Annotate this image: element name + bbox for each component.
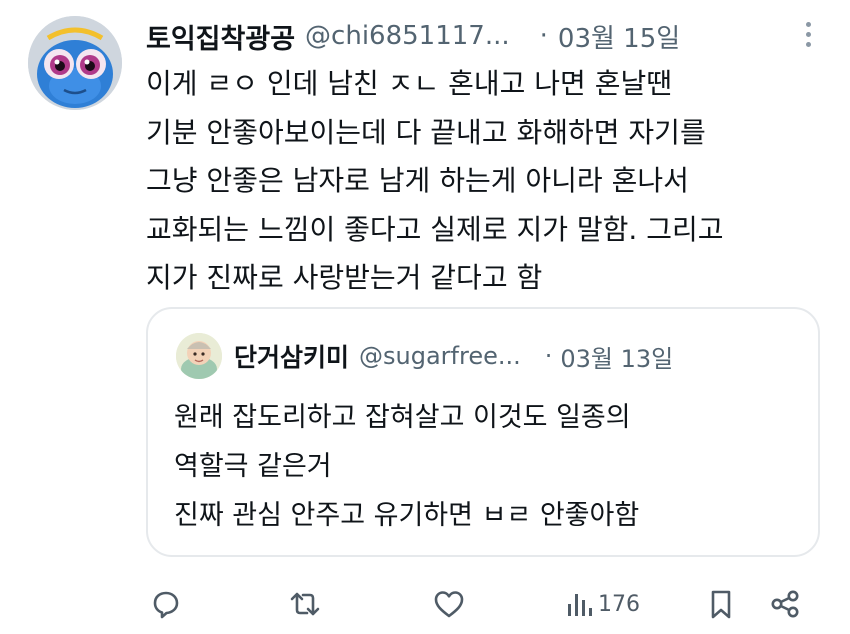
author-avatar[interactable] — [28, 16, 122, 110]
views-button[interactable]: 176 — [566, 584, 640, 624]
author-display-name[interactable]: 토익집착광공 — [146, 17, 295, 56]
tweet-body-line: 이게 ㄹㅇ 인데 남친 ㅈㄴ 혼내고 나면 혼날땐 — [146, 67, 672, 100]
bookmark-icon — [711, 590, 731, 619]
tweet-action-bar: 176 — [150, 584, 820, 624]
quoted-body-line: 진짜 관심 안주고 유기하면 ㅂㄹ 안좋아함 — [174, 500, 640, 531]
quoted-body-line: 원래 잡도리하고 잡혀살고 이것도 일종의 — [174, 402, 631, 433]
quoted-tweet-card[interactable]: 단거삼키미 @sugarfree... · 03월 13일 원래 잡도리하고 잡… — [146, 307, 820, 557]
more-options-icon[interactable] — [804, 22, 812, 52]
quoted-author-display-name: 단거삼키미 — [234, 343, 350, 372]
tweet-body-line: 기분 안좋아보이는데 다 끝내고 화해하면 자기를 — [146, 115, 706, 149]
like-button[interactable] — [432, 584, 466, 624]
quoted-tweet-timestamp: 03월 13일 — [560, 344, 674, 373]
quoted-author-avatar[interactable] — [176, 333, 222, 379]
quoted-tweet-body: 원래 잡도리하고 잡혀살고 이것도 일종의 역할극 같은거 진짜 관심 안주고 … — [174, 393, 798, 540]
views-count: 176 — [598, 591, 640, 617]
tweet-body-line: 지가 진짜로 사랑받는거 같다고 함 — [146, 261, 543, 294]
share-button[interactable] — [768, 584, 802, 624]
bookmark-button[interactable] — [706, 584, 736, 624]
reply-icon — [153, 591, 179, 619]
tweet-header: 토익집착광공 @chi6851117... · 03월 15일 — [146, 14, 830, 58]
blue-fish-avatar-icon — [28, 16, 122, 110]
cartoon-character-avatar-icon — [176, 333, 222, 379]
heart-icon — [434, 591, 464, 618]
retweet-button[interactable] — [288, 584, 322, 624]
views-chart-icon — [568, 594, 592, 616]
share-icon — [771, 590, 799, 618]
tweet-body-line: 교화되는 느낌이 좋다고 실제로 지가 말함. 그리고 — [146, 212, 724, 246]
separator-dot: · — [544, 342, 553, 370]
separator-dot: · — [539, 21, 548, 51]
quoted-body-line: 역할극 같은거 — [174, 451, 332, 482]
reply-button[interactable] — [150, 584, 182, 624]
tweet-timestamp[interactable]: 03월 15일 — [558, 18, 680, 55]
author-handle[interactable]: @chi6851117... — [305, 21, 510, 51]
quoted-author-handle: @sugarfree... — [359, 342, 521, 370]
tweet-body-line: 그냥 안좋은 남자로 남게 하는게 아니라 혼나서 — [146, 164, 689, 197]
quoted-tweet-header: 단거삼키미 @sugarfree... · 03월 13일 — [234, 333, 798, 379]
retweet-icon — [290, 592, 320, 616]
tweet-body: 이게 ㄹㅇ 인데 남친 ㅈㄴ 혼내고 나면 혼날땐 기분 안좋아보이는데 다 끝… — [146, 60, 836, 303]
